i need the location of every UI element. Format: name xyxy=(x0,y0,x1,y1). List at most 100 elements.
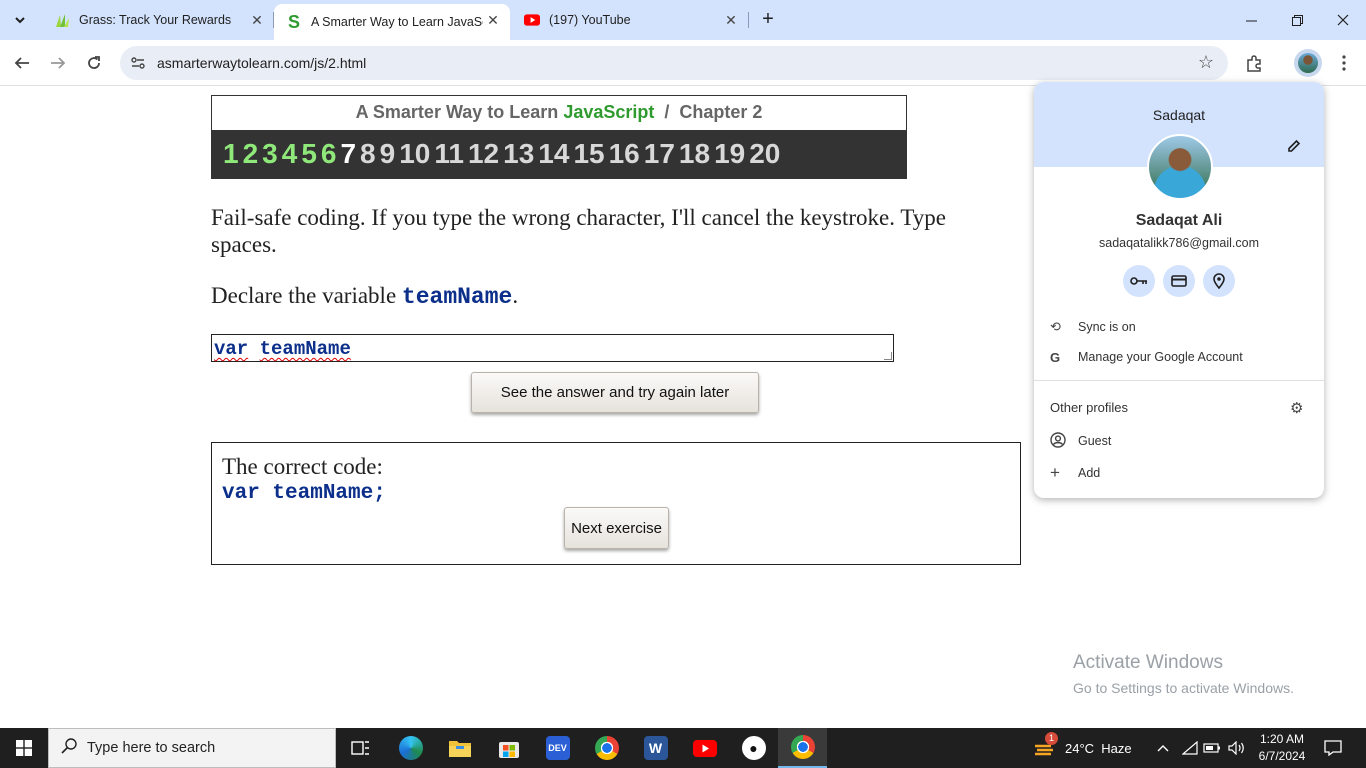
tab-separator xyxy=(748,12,749,28)
resize-handle-icon[interactable] xyxy=(884,352,892,360)
instruction-text: Declare the variable xyxy=(211,283,402,308)
chapter-link-8[interactable]: 8 xyxy=(360,138,380,170)
weather-text: 24°C Haze xyxy=(1065,740,1132,756)
close-tab-icon[interactable]: ✕ xyxy=(724,13,738,27)
exercise-intro: Fail-safe coding. If you type the wrong … xyxy=(211,205,946,257)
more-menu-icon[interactable] xyxy=(1330,49,1358,77)
chapter-link-16[interactable]: 16 xyxy=(609,138,644,170)
tab-youtube[interactable]: (197) YouTube ✕ xyxy=(512,0,748,40)
payment-card-icon[interactable] xyxy=(1163,265,1195,297)
notifications-icon[interactable] xyxy=(1324,728,1342,768)
chapter-link-15[interactable]: 15 xyxy=(573,138,608,170)
chrome-active-icon[interactable] xyxy=(778,728,827,768)
tab-title: Grass: Track Your Rewards xyxy=(79,13,232,27)
bookmark-star-icon[interactable]: ☆ xyxy=(1198,52,1214,73)
add-plus-icon: + xyxy=(1050,463,1060,482)
address-bar[interactable]: asmarterwaytolearn.com/js/2.html ☆ xyxy=(120,46,1228,80)
edit-pencil-icon[interactable] xyxy=(1287,139,1301,157)
youtube-app-icon[interactable] xyxy=(680,728,729,768)
profile-avatar-button[interactable] xyxy=(1294,49,1322,77)
site-settings-icon[interactable] xyxy=(128,53,148,73)
chapter-link-2[interactable]: 2 xyxy=(243,138,263,170)
exercise-instruction: Declare the variable teamName. xyxy=(211,282,518,311)
chapter-link-14[interactable]: 14 xyxy=(538,138,573,170)
word-icon[interactable]: W xyxy=(631,728,680,768)
sync-label: Sync is on xyxy=(1078,320,1136,334)
taskbar-search-input[interactable]: Type here to search xyxy=(48,728,336,768)
chapter-link-11[interactable]: 11 xyxy=(434,138,468,170)
add-profile-item[interactable]: + Add xyxy=(1050,461,1310,485)
chapter-link-18[interactable]: 18 xyxy=(679,138,714,170)
code-answer-textarea[interactable]: var teamName xyxy=(211,334,894,362)
tab-search-button[interactable] xyxy=(6,6,34,34)
weather-haze-icon: 1 xyxy=(1033,732,1058,758)
chapter-link-13[interactable]: 13 xyxy=(503,138,538,170)
search-icon xyxy=(61,737,77,759)
task-view-icon[interactable] xyxy=(336,728,385,768)
chapter-link-4[interactable]: 4 xyxy=(282,138,302,170)
weather-widget[interactable]: 1 24°C Haze xyxy=(1033,728,1132,768)
avatar xyxy=(1298,53,1318,73)
file-explorer-icon[interactable] xyxy=(435,728,484,768)
grass-favicon-icon xyxy=(54,12,70,28)
correct-code-box: The correct code: var teamName; Next exe… xyxy=(211,442,1021,565)
chapter-link-19[interactable]: 19 xyxy=(714,138,749,170)
tab-title: (197) YouTube xyxy=(549,13,631,27)
close-tab-icon[interactable]: ✕ xyxy=(250,13,264,27)
activate-windows-watermark: Activate Windows Go to Settings to activ… xyxy=(1073,652,1294,696)
chapter-link-20[interactable]: 20 xyxy=(749,138,784,170)
edge-browser-icon[interactable] xyxy=(386,728,435,768)
guest-person-icon xyxy=(1050,431,1078,451)
github-icon[interactable]: ● xyxy=(729,728,778,768)
chapter-link-3[interactable]: 3 xyxy=(262,138,282,170)
instruction-period: . xyxy=(512,283,519,308)
chapter-link-10[interactable]: 10 xyxy=(399,138,434,170)
chapter-link-7[interactable]: 7 xyxy=(340,138,360,170)
volume-speaker-icon[interactable] xyxy=(1228,728,1246,768)
back-arrow-icon[interactable] xyxy=(8,49,36,77)
chapter-link-9[interactable]: 9 xyxy=(380,138,400,170)
passwords-key-icon[interactable] xyxy=(1123,265,1155,297)
chapter-link-12[interactable]: 12 xyxy=(468,138,503,170)
title-prefix: A Smarter Way to Learn xyxy=(355,102,564,122)
reload-icon[interactable] xyxy=(80,49,108,77)
new-tab-plus-icon[interactable]: + xyxy=(757,8,779,30)
tab-smarter-way[interactable]: S A Smarter Way to Learn JavaSc ✕ xyxy=(274,4,510,40)
extensions-puzzle-icon[interactable] xyxy=(1240,49,1268,77)
see-answer-button[interactable]: See the answer and try again later xyxy=(471,372,759,413)
dev-community-icon[interactable]: DEV xyxy=(533,728,582,768)
manage-account-item[interactable]: G Manage your Google Account xyxy=(1050,345,1310,369)
url-text: asmarterwaytolearn.com/js/2.html xyxy=(157,55,367,71)
instruction-code: teamName xyxy=(401,284,513,310)
youtube-favicon-icon xyxy=(524,12,540,28)
forward-arrow-icon[interactable] xyxy=(44,49,72,77)
chapter-link-17[interactable]: 17 xyxy=(644,138,679,170)
watermark-title: Activate Windows xyxy=(1073,652,1223,673)
profile-email: sadaqatalikk786@gmail.com xyxy=(1099,236,1259,250)
start-windows-icon[interactable] xyxy=(0,728,48,768)
network-icon[interactable] xyxy=(1182,728,1198,768)
manage-profiles-gear-icon[interactable]: ⚙ xyxy=(1290,399,1303,417)
addresses-pin-icon[interactable] xyxy=(1203,265,1235,297)
chrome-icon[interactable] xyxy=(582,728,631,768)
microsoft-store-icon[interactable] xyxy=(484,728,533,768)
chapter-link-6[interactable]: 6 xyxy=(321,138,341,170)
close-window-icon[interactable] xyxy=(1320,0,1366,40)
restore-icon[interactable] xyxy=(1274,0,1320,40)
minimize-icon[interactable] xyxy=(1228,0,1274,40)
chapter-link-5[interactable]: 5 xyxy=(301,138,321,170)
profile-menu: Sadaqat Sadaqat Ali sadaqatalikk786@gmai… xyxy=(1034,82,1324,498)
title-javascript[interactable]: JavaScript xyxy=(563,102,654,122)
show-hidden-icons-chevron-icon[interactable] xyxy=(1157,728,1169,768)
guest-profile-item[interactable]: Guest xyxy=(1050,429,1310,453)
chapter-number-nav: 1 2 3 4 5 6 7 8 9 10 11 12 13 14 15 16 17 18 19 20 xyxy=(212,130,906,178)
clock-date: 6/7/2024 xyxy=(1258,749,1306,763)
chapter-link-1[interactable]: 1 xyxy=(223,138,243,170)
battery-icon[interactable] xyxy=(1203,728,1221,768)
title-chapter: / Chapter 2 xyxy=(654,102,763,122)
close-tab-icon[interactable]: ✕ xyxy=(486,13,500,27)
system-clock[interactable]: 1:20 AM 6/7/2024 xyxy=(1252,731,1312,765)
next-exercise-button[interactable]: Next exercise xyxy=(564,507,669,549)
sync-status-item[interactable]: ⟲ Sync is on xyxy=(1050,315,1310,339)
tab-grass[interactable]: Grass: Track Your Rewards ✕ xyxy=(44,0,274,40)
